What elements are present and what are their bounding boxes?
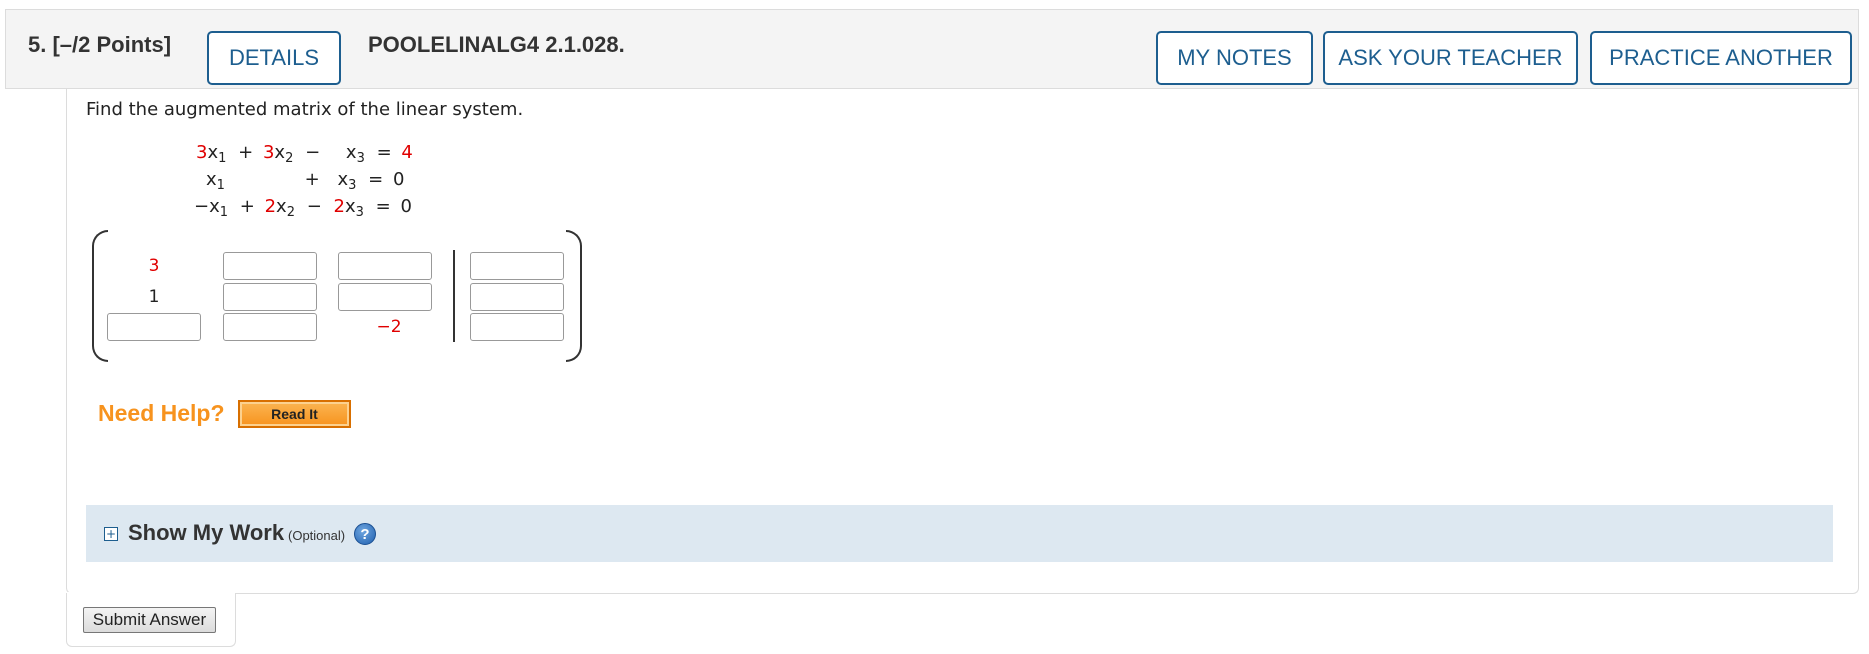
need-help-label: Need Help? (98, 400, 225, 426)
question-header: 5. [–/2 Points] DETAILS POOLELINALG4 2.1… (5, 9, 1859, 89)
matrix-left-bracket (92, 230, 108, 362)
details-button[interactable]: DETAILS (207, 31, 341, 85)
optional-label: (Optional) (288, 528, 346, 543)
equation-row-2: x1 + x3 = 0 (206, 169, 405, 193)
matrix-r2c1: 1 (148, 287, 160, 307)
equation-row-1: 3x1 + 3x2 − x3 = 4 (196, 142, 413, 166)
submit-answer-button[interactable]: Submit Answer (83, 607, 216, 633)
matrix-right-bracket (566, 230, 582, 362)
question-prompt: Find the augmented matrix of the linear … (86, 99, 524, 120)
show-my-work-bar[interactable]: + Show My Work (Optional) ? (86, 505, 1833, 562)
my-notes-button[interactable]: MY NOTES (1156, 31, 1313, 85)
matrix-input-r2c3[interactable] (338, 283, 432, 311)
ask-your-teacher-button[interactable]: ASK YOUR TEACHER (1323, 31, 1578, 85)
matrix-input-r3c1[interactable] (107, 313, 201, 341)
matrix-input-r2c2[interactable] (223, 283, 317, 311)
matrix-input-r3c2[interactable] (223, 313, 317, 341)
show-my-work-title[interactable]: Show My Work (128, 520, 284, 546)
help-icon[interactable]: ? (354, 523, 376, 545)
equation-row-3: −x1 + 2x2 − 2x3 = 0 (194, 196, 412, 220)
read-it-button[interactable]: Read It (238, 400, 351, 428)
matrix-input-r2c4[interactable] (470, 283, 564, 311)
question-number: 5. [–/2 Points] (28, 32, 172, 57)
matrix-input-r3c4[interactable] (470, 313, 564, 341)
matrix-r3c3: −2 (376, 317, 402, 337)
points-indicator: [–/2 Points] (52, 32, 172, 57)
matrix-input-r1c4[interactable] (470, 252, 564, 280)
matrix-input-r1c2[interactable] (223, 252, 317, 280)
matrix-r1c1: 3 (148, 256, 160, 276)
matrix-input-r1c3[interactable] (338, 252, 432, 280)
augment-divider (453, 250, 455, 342)
question-code: POOLELINALG4 2.1.028. (368, 32, 625, 57)
practice-another-button[interactable]: PRACTICE ANOTHER (1590, 31, 1852, 85)
expand-icon[interactable]: + (104, 527, 118, 541)
